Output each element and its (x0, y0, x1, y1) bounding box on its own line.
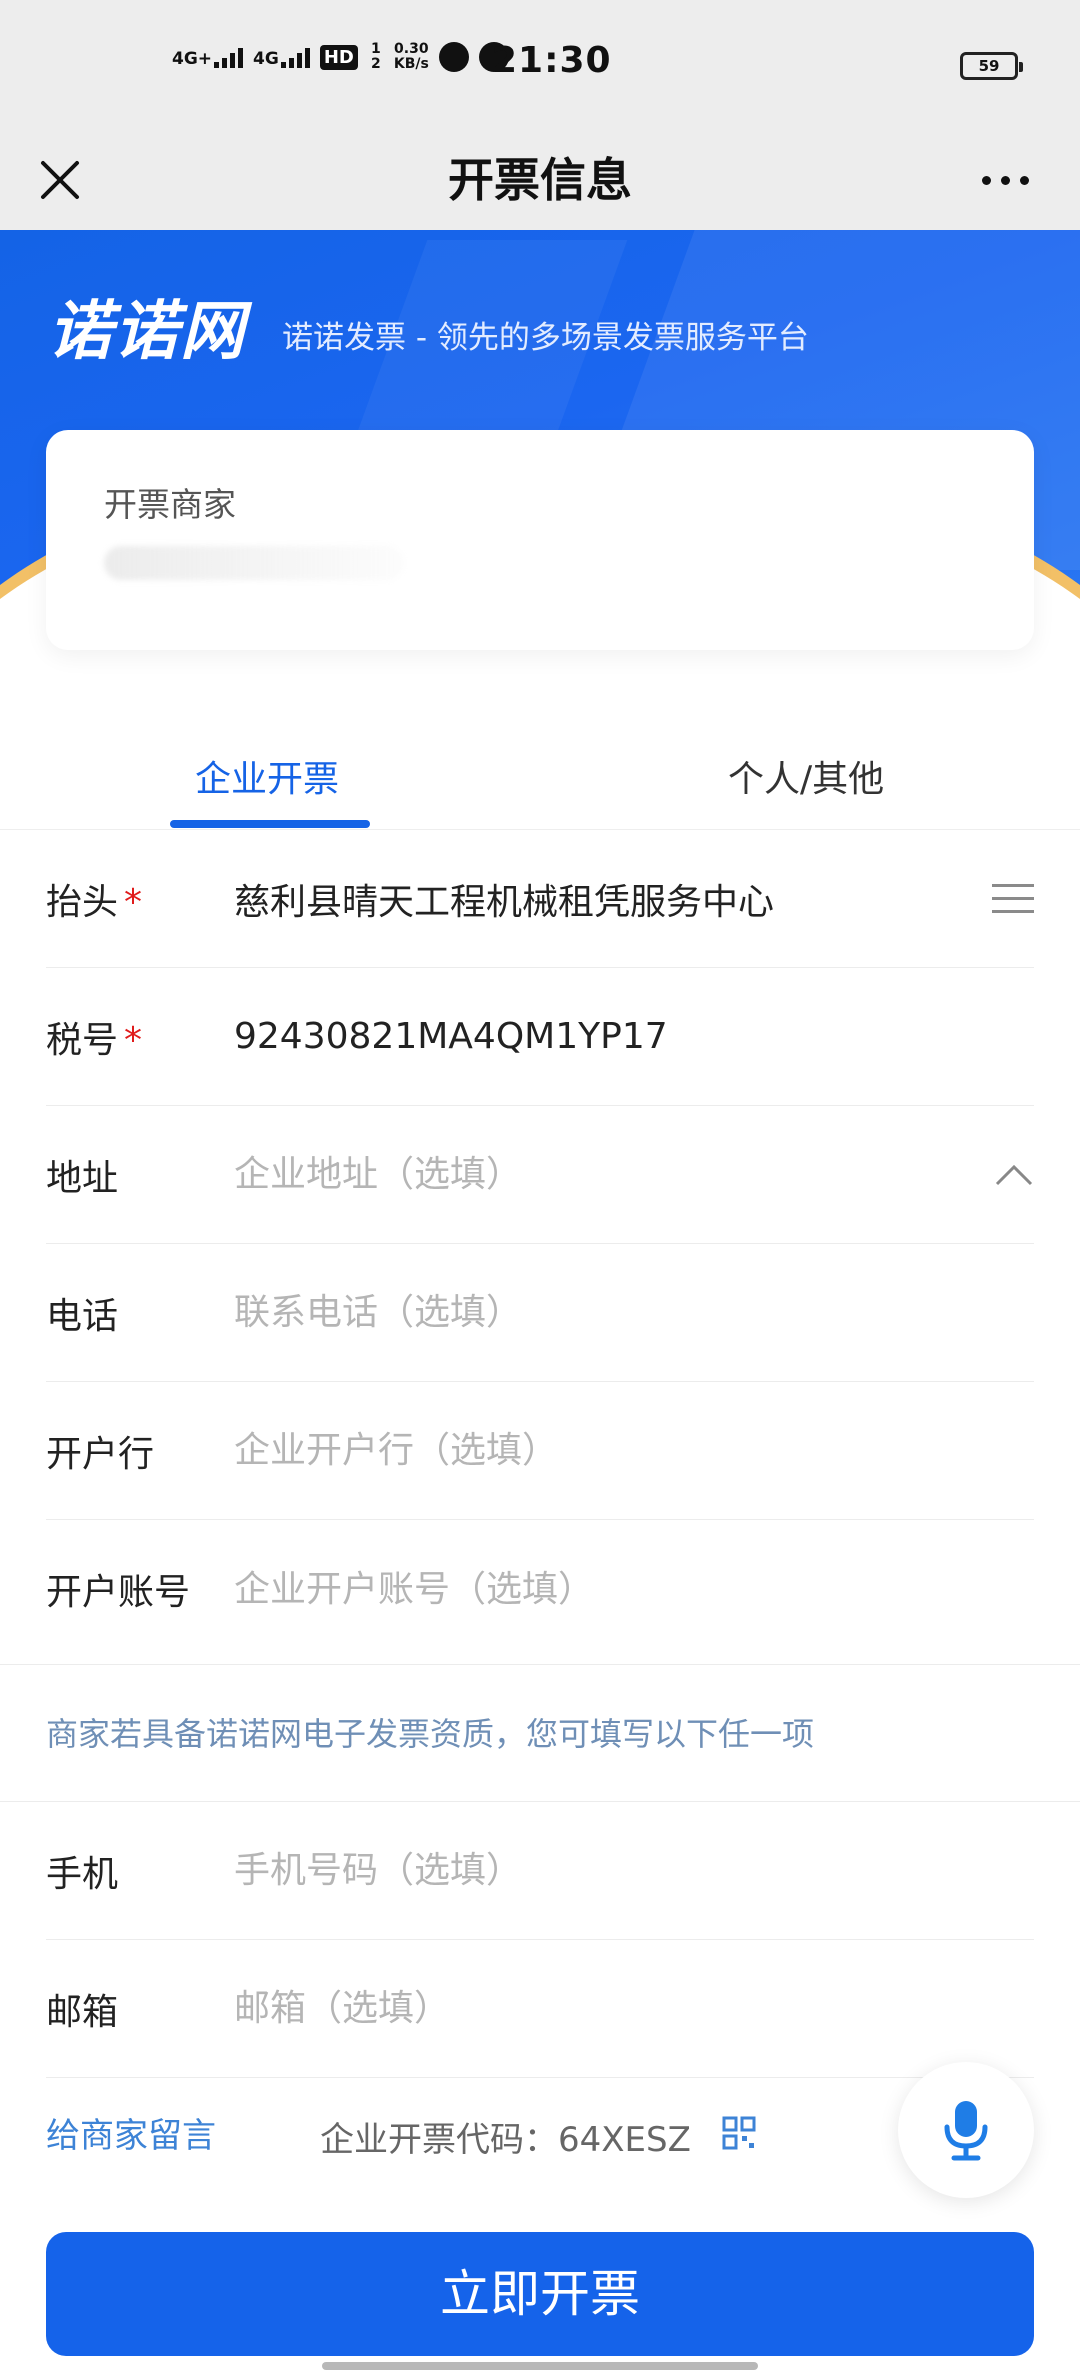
menu-list-icon (992, 884, 1034, 913)
leave-message-link[interactable]: 给商家留言 (46, 2108, 216, 2157)
home-indicator[interactable] (322, 2362, 758, 2370)
required-mark: * (124, 881, 143, 923)
close-icon (41, 161, 79, 199)
brand-tagline: 诺诺发票 - 领先的多场景发票服务平台 (282, 320, 809, 356)
required-mark: * (124, 1019, 143, 1061)
bank-row: 开户行 (46, 1382, 1034, 1520)
sim-numbers: 1 2 (370, 41, 381, 72)
merchant-name-redacted (104, 546, 404, 580)
more-icon-dot (1019, 175, 1029, 185)
net-speed: 0.30 KB/s (394, 42, 429, 72)
net-speed-value: 0.30 (394, 41, 429, 57)
tax-id-label-text: 税号 (46, 1019, 119, 1061)
mobile-input[interactable] (234, 1840, 1034, 1901)
battery-icon: 59 (960, 52, 1023, 80)
signal-4g: 4G (253, 46, 310, 68)
more-icon-dot (1000, 175, 1010, 185)
qr-code-icon[interactable] (722, 2116, 756, 2150)
status-bar: 4G+ 4G HD 1 2 0.30 KB/s 21:30 59 (0, 0, 1080, 130)
title-bar: 开票信息 (0, 130, 1080, 230)
title-list-button[interactable] (974, 884, 1034, 913)
microphone-icon (944, 2101, 988, 2161)
phone-row: 电话 (46, 1244, 1034, 1382)
voice-input-button[interactable] (898, 2062, 1034, 2198)
eligibility-notice: 商家若具备诺诺网电子发票资质，您可填写以下任一项 (0, 1664, 1080, 1802)
account-row: 开户账号 (46, 1520, 1034, 1658)
phone-input[interactable] (234, 1282, 1034, 1343)
address-row: 地址 (46, 1106, 1034, 1244)
email-input[interactable] (234, 1978, 1034, 2039)
status-icons: 4G+ 4G HD 1 2 0.30 KB/s (172, 42, 509, 72)
signal-4g-plus: 4G+ (172, 46, 244, 69)
more-button[interactable] (970, 150, 1040, 210)
email-label: 邮箱 (46, 1991, 119, 2033)
more-icon (981, 175, 991, 185)
tax-id-label: 税号 * (46, 1011, 234, 1063)
email-row: 邮箱 (46, 1940, 1034, 2078)
signal-bars-icon (280, 46, 310, 68)
tab-enterprise[interactable]: 企业开票 (195, 750, 339, 802)
bank-input[interactable] (234, 1420, 1034, 1481)
tax-id-input[interactable] (234, 1006, 1034, 1067)
page-title: 开票信息 (448, 153, 632, 207)
invoice-type-tabs: 企业开票 个人/其他 (0, 720, 1080, 830)
close-button[interactable] (30, 150, 90, 210)
invoice-title-input[interactable] (234, 868, 974, 929)
net-speed-unit: KB/s (393, 56, 429, 72)
account-label: 开户账号 (46, 1572, 191, 1613)
wechat-notify-icon (438, 42, 469, 72)
submit-invoice-button[interactable]: 立即开票 (46, 2232, 1034, 2356)
chevron-up-icon (995, 1164, 1033, 1185)
address-input[interactable] (234, 1144, 974, 1205)
tab-active-indicator (170, 820, 370, 828)
merchant-label: 开票商家 (104, 485, 236, 524)
tab-personal[interactable]: 个人/其他 (728, 750, 884, 802)
address-label: 地址 (46, 1157, 119, 1199)
signal-bars-icon (214, 46, 244, 68)
phone-label: 电话 (46, 1295, 119, 1337)
brand-logo: 诺诺网 (48, 295, 246, 369)
collapse-toggle[interactable] (974, 1163, 1034, 1187)
bank-label: 开户行 (46, 1433, 155, 1475)
network-type-1: 4G+ (172, 49, 213, 69)
tax-id-row: 税号 * (46, 968, 1034, 1106)
invoice-title-label: 抬头 * (46, 873, 234, 925)
invoice-code-text: 企业开票代码：64XESZ (320, 2120, 691, 2160)
invoice-title-label-text: 抬头 (46, 881, 119, 923)
merchant-card: 开票商家 (46, 430, 1034, 650)
hd-badge: HD (319, 44, 358, 70)
mobile-label: 手机 (46, 1853, 119, 1895)
invoice-title-row: 抬头 * (46, 830, 1034, 968)
mobile-row: 手机 (46, 1802, 1034, 1940)
network-type-2: 4G (253, 49, 279, 69)
status-time: 21:30 (492, 40, 612, 81)
account-input[interactable] (234, 1559, 1034, 1619)
